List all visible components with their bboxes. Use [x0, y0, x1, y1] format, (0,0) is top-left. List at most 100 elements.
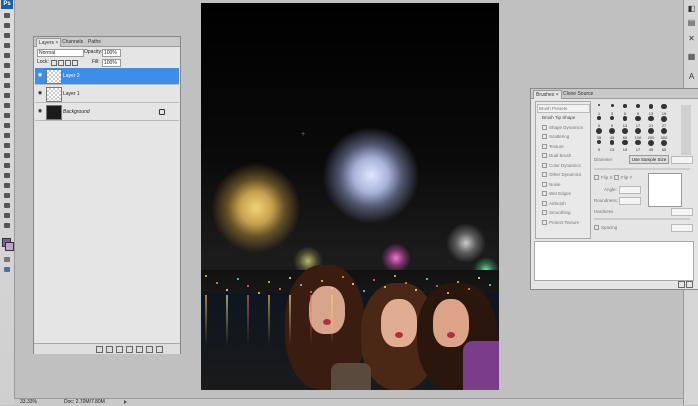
lock-all-icon[interactable] [72, 60, 78, 66]
diameter-field[interactable] [671, 156, 693, 164]
option-checkbox[interactable] [542, 124, 547, 130]
tab-brushes[interactable]: Brushes × [533, 90, 562, 99]
blur-tool-icon[interactable] [2, 132, 12, 140]
hand-tool-icon[interactable] [2, 212, 12, 220]
brush-option-item[interactable]: Shape Dynamics [542, 124, 583, 131]
tab-clone-source[interactable]: Clone Source [561, 90, 595, 98]
trash-icon[interactable] [686, 281, 693, 288]
brush-option-item[interactable]: Noise [542, 181, 561, 188]
option-checkbox[interactable] [542, 162, 547, 168]
brush-presets-button[interactable]: Brush Presets [537, 104, 590, 113]
brush-tool-icon[interactable] [2, 82, 12, 90]
new-brush-icon[interactable] [678, 281, 685, 288]
option-checkbox[interactable] [542, 172, 547, 178]
actions-icon[interactable]: ▦ [687, 52, 696, 61]
tab-layers[interactable]: Layers × [36, 38, 62, 47]
tip-grid-scrollbar[interactable] [681, 105, 691, 155]
brush-tip[interactable]: 45 [645, 139, 657, 153]
adjustment-layer-icon[interactable] [126, 346, 133, 353]
zoom-tool-icon[interactable] [2, 222, 12, 230]
fill-field[interactable]: 100% [102, 59, 121, 67]
brush-tip[interactable]: 65 [658, 139, 670, 153]
lock-position-icon[interactable] [65, 60, 71, 66]
hardness-field[interactable] [671, 208, 693, 216]
flip-y-checkbox[interactable]: Flip Y [614, 175, 632, 181]
lasso-tool-icon[interactable] [2, 32, 12, 40]
brush-option-item[interactable]: Wet Edges [542, 190, 571, 197]
spacing-field[interactable] [671, 224, 693, 232]
document-canvas[interactable]: + [201, 3, 499, 390]
blend-mode-select[interactable]: Normal [37, 49, 84, 57]
eye-icon[interactable]: ◉ [37, 91, 43, 96]
option-checkbox[interactable] [542, 219, 547, 225]
layer-style-icon[interactable] [106, 346, 113, 353]
layer-row[interactable]: ◉ Layer 2 [35, 68, 179, 85]
opacity-field[interactable]: 100% [102, 49, 121, 57]
tools-preset-icon[interactable]: ✕ [687, 34, 696, 43]
shape-tool-icon[interactable] [2, 182, 12, 190]
brush-tip[interactable]: 13 [606, 139, 618, 153]
brush-option-item[interactable]: Texture [542, 143, 564, 150]
brush-tip[interactable]: 17 [632, 139, 644, 153]
eyedropper-tool-icon[interactable] [2, 62, 12, 70]
brush-option-item[interactable]: Scattering [542, 133, 569, 140]
dodge-tool-icon[interactable] [2, 142, 12, 150]
option-checkbox[interactable] [542, 153, 547, 159]
spacing-checkbox[interactable]: Spacing [594, 225, 617, 231]
option-checkbox[interactable] [542, 191, 547, 197]
option-checkbox[interactable] [542, 143, 547, 149]
tab-channels[interactable]: Channels [60, 38, 85, 46]
eye-icon[interactable]: ◉ [37, 109, 43, 114]
brush-option-item[interactable]: Smoothing [542, 209, 571, 216]
lock-pixels-icon[interactable] [58, 60, 64, 66]
option-checkbox[interactable] [542, 181, 547, 187]
trash-icon[interactable] [156, 346, 163, 353]
layer-mask-icon[interactable] [116, 346, 123, 353]
type-tool-icon[interactable] [2, 162, 12, 170]
hardness-slider[interactable] [594, 218, 690, 220]
diameter-slider[interactable] [594, 168, 690, 170]
move-tool-icon[interactable] [2, 12, 12, 20]
character-icon[interactable]: A [687, 72, 696, 81]
tab-paths[interactable]: Paths [86, 38, 103, 46]
histogram-icon[interactable]: ▤ [687, 18, 696, 27]
option-checkbox[interactable] [542, 200, 547, 206]
brush-option-item[interactable]: Airbrush [542, 200, 566, 207]
brush-tip[interactable]: 19 [619, 139, 631, 153]
brush-angle-preview[interactable] [648, 173, 682, 207]
brush-option-item[interactable]: Other Dynamics [542, 171, 581, 178]
path-selection-tool-icon[interactable] [2, 172, 12, 180]
layer-row[interactable]: ◉ Background [35, 104, 179, 121]
use-sample-size-button[interactable]: Use Sample Size [629, 155, 669, 164]
brush-tip[interactable]: 9 [593, 139, 605, 153]
angle-field[interactable] [619, 186, 641, 194]
screen-mode-icon[interactable] [2, 266, 12, 274]
new-layer-icon[interactable] [146, 346, 153, 353]
brush-option-item[interactable]: Dual Brush [542, 152, 571, 159]
lock-transparency-icon[interactable] [51, 60, 57, 66]
crop-tool-icon[interactable] [2, 52, 12, 60]
background-color-swatch[interactable] [5, 242, 14, 251]
brush-option-item[interactable]: Protect Texture [542, 219, 579, 226]
navigator-icon[interactable]: ◧ [687, 4, 696, 13]
layer-row[interactable]: ◉ Layer 1 [35, 86, 179, 103]
gradient-tool-icon[interactable] [2, 122, 12, 130]
roundness-field[interactable] [619, 197, 641, 205]
option-checkbox[interactable] [542, 210, 547, 216]
magic-wand-tool-icon[interactable] [2, 42, 12, 50]
brush-option-item[interactable]: Color Dynamics [542, 162, 581, 169]
quick-mask-icon[interactable] [2, 256, 12, 264]
eye-icon[interactable]: ◉ [37, 73, 43, 78]
link-layers-icon[interactable] [96, 346, 103, 353]
group-folder-icon[interactable] [136, 346, 143, 353]
healing-brush-tool-icon[interactable] [2, 72, 12, 80]
3d-rotate-tool-icon[interactable] [2, 192, 12, 200]
3d-orbit-tool-icon[interactable] [2, 202, 12, 210]
flip-x-checkbox[interactable]: Flip X [594, 175, 613, 181]
marquee-tool-icon[interactable] [2, 22, 12, 30]
eraser-tool-icon[interactable] [2, 112, 12, 120]
status-menu-arrow-icon[interactable] [124, 400, 128, 404]
history-brush-tool-icon[interactable] [2, 102, 12, 110]
brush-option-item[interactable]: Brush Tip Shape [542, 114, 575, 121]
clone-stamp-tool-icon[interactable] [2, 92, 12, 100]
